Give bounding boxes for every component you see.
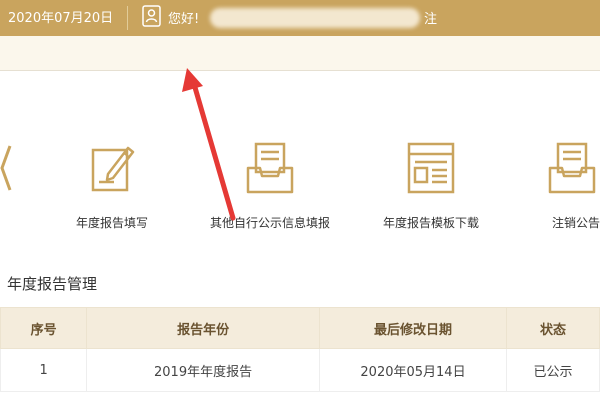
section-title: 年度报告管理	[7, 275, 98, 293]
column-header: 报告年份	[86, 307, 320, 349]
func-label: 年度报告填写	[75, 216, 148, 230]
func-label: 其他自行公示信息填报	[209, 216, 330, 230]
func-other-disclosure[interactable]: 其他自行公示信息填报	[195, 140, 345, 240]
header-divider	[127, 6, 128, 30]
func-annual-report-fill[interactable]: 年度报告填写	[37, 140, 187, 240]
table-row[interactable]: 1 2019年年度报告 2020年05月14日 已公示	[0, 348, 600, 392]
current-date: 2020年07月20日	[8, 11, 114, 26]
func-label: 注销公告	[552, 216, 600, 230]
cell-status: 已公示	[506, 348, 600, 392]
template-window-icon	[407, 142, 455, 194]
logout-link[interactable]: 注销	[424, 8, 444, 28]
notice-bar	[0, 36, 600, 71]
func-template-download[interactable]: 年度报告模板下载	[356, 140, 506, 240]
column-header: 最后修改日期	[318, 307, 508, 349]
column-header: 状态	[506, 307, 600, 349]
func-cancellation-notice[interactable]: 注销公告	[512, 140, 600, 240]
greeting-text: 您好!	[168, 12, 200, 27]
table-header-row: 序号 报告年份 最后修改日期 状态	[0, 307, 600, 349]
redacted-username	[210, 8, 420, 28]
inbox-document-icon	[246, 142, 294, 194]
annual-report-table: 序号 报告年份 最后修改日期 状态 1 2019年年度报告 2020年05月14…	[0, 307, 600, 392]
edit-form-icon	[91, 146, 135, 192]
func-label: 年度报告模板下载	[382, 216, 479, 230]
column-header: 序号	[0, 307, 88, 349]
top-header-bar: 2020年07月20日 您好! 注销	[0, 0, 600, 36]
chevron-left-icon[interactable]	[0, 140, 12, 196]
inbox-document-icon	[548, 142, 596, 194]
user-card-icon[interactable]	[142, 5, 161, 27]
cell-index: 1	[0, 348, 88, 392]
cell-modified-date: 2020年05月14日	[318, 348, 508, 392]
cell-report-year: 2019年年度报告	[86, 348, 320, 392]
